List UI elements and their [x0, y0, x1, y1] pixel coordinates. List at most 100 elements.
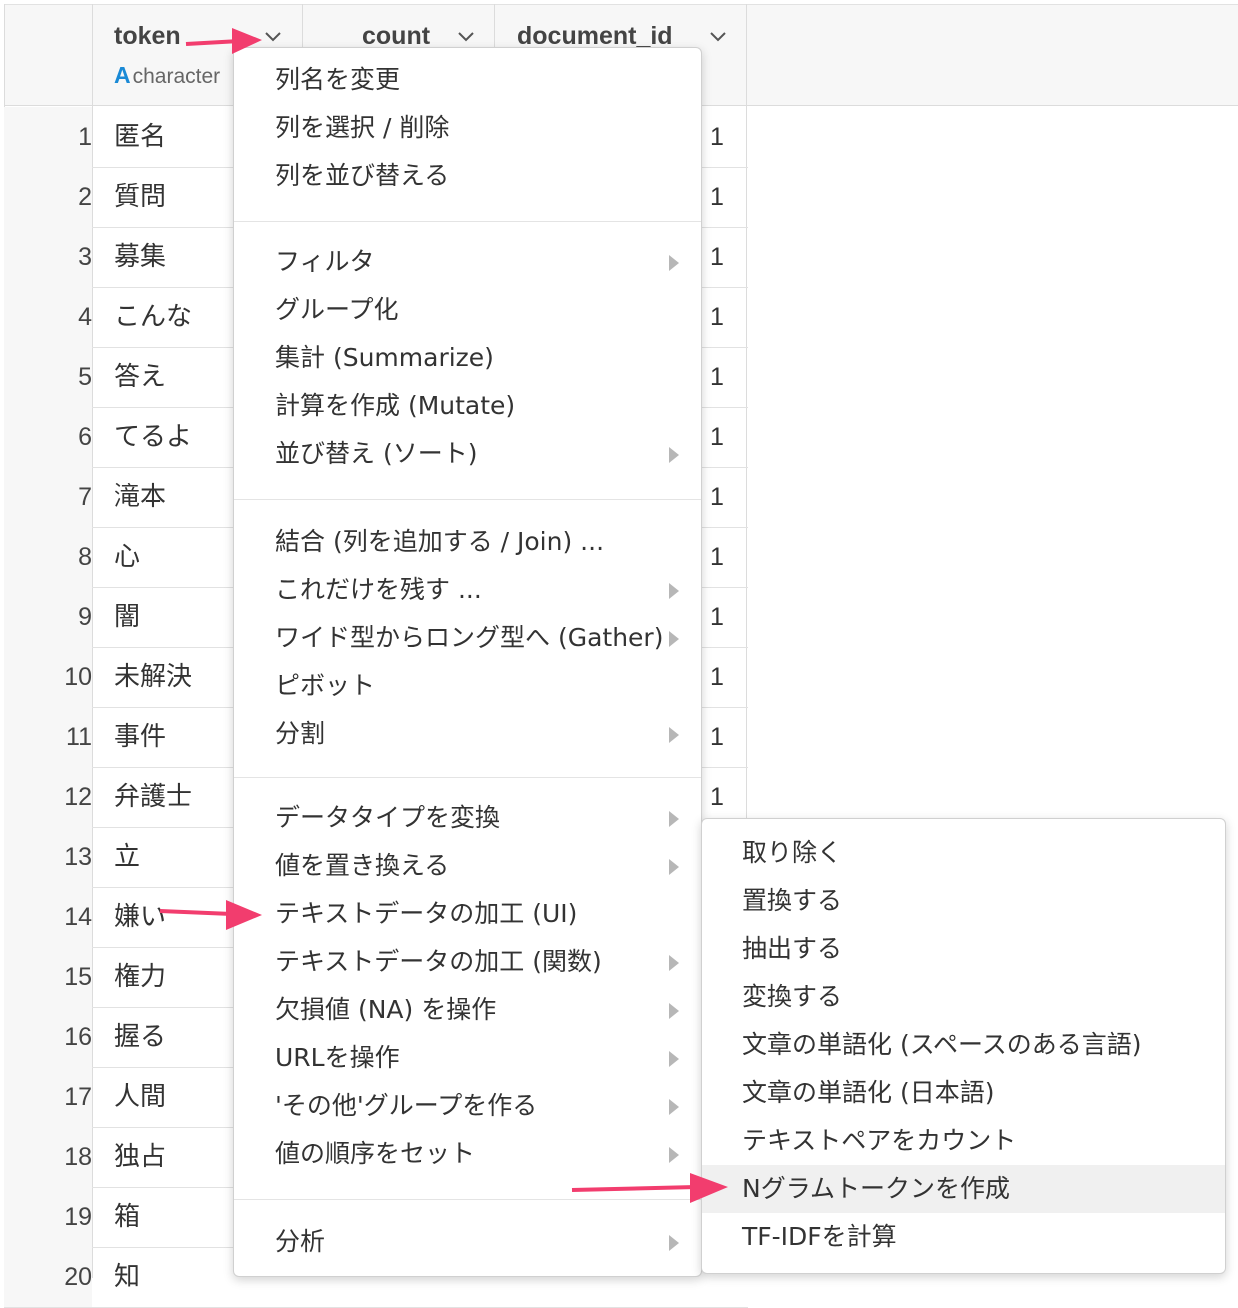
menu-item-label: 結合 (列を追加する / Join) ... — [275, 527, 605, 556]
menu-item-label: 列名を変更 — [275, 65, 401, 94]
menu-item-label: 値の順序をセット — [275, 1139, 476, 1168]
submenu-arrow-icon — [669, 447, 679, 463]
menu-item[interactable]: 集計 (Summarize) — [234, 334, 701, 382]
token-cell: 闇 — [114, 602, 141, 632]
row-number: 3 — [4, 227, 92, 287]
document-id-cell: 1 — [710, 483, 724, 511]
submenu-arrow-icon — [669, 631, 679, 647]
submenu-item[interactable]: 抽出する — [702, 925, 1225, 973]
token-cell: こんな — [114, 302, 193, 332]
token-cell: 匿名 — [114, 122, 167, 152]
menu-item[interactable]: 値を置き換える — [234, 842, 701, 890]
submenu-item[interactable]: Nグラムトークンを作成 — [702, 1165, 1225, 1213]
menu-item-label: ピボット — [275, 671, 376, 700]
menu-item[interactable]: ピボット — [234, 662, 701, 710]
menu-item[interactable]: テキストデータの加工 (UI) — [234, 890, 701, 938]
menu-item[interactable]: 列を並び替える — [234, 152, 701, 200]
submenu-item[interactable]: 置換する — [702, 877, 1225, 925]
token-cell: 握る — [114, 1022, 167, 1052]
submenu-arrow-icon — [669, 583, 679, 599]
document-id-cell: 1 — [710, 183, 724, 211]
row-number: 6 — [4, 407, 92, 467]
row-number: 10 — [4, 647, 92, 707]
menu-item[interactable]: 値の順序をセット — [234, 1130, 701, 1178]
row-number: 15 — [4, 947, 92, 1007]
row-number: 5 — [4, 347, 92, 407]
token-cell: 立 — [114, 842, 141, 872]
menu-item[interactable]: フィルタ — [234, 238, 701, 286]
submenu-item[interactable]: テキストペアをカウント — [702, 1117, 1225, 1165]
menu-item-label: データタイプを変換 — [275, 803, 501, 832]
submenu-arrow-icon — [669, 1003, 679, 1019]
menu-item[interactable]: テキストデータの加工 (関数) — [234, 938, 701, 986]
token-cell: 嫌い — [114, 902, 167, 932]
menu-item[interactable]: 'その他'グループを作る — [234, 1082, 701, 1130]
row-number: 18 — [4, 1127, 92, 1187]
menu-item[interactable]: これだけを残す ... — [234, 566, 701, 614]
submenu-arrow-icon — [669, 859, 679, 875]
menu-item[interactable]: ワイド型からロング型へ (Gather) — [234, 614, 701, 662]
chevron-down-icon[interactable] — [458, 30, 474, 44]
menu-separator — [234, 499, 701, 500]
token-cell: 答え — [114, 362, 167, 392]
token-cell: てるよ — [114, 422, 193, 452]
column-header-token[interactable]: token — [114, 22, 181, 51]
submenu-item-label: 変換する — [742, 982, 843, 1011]
submenu-item[interactable]: TF-IDFを計算 — [702, 1213, 1225, 1261]
submenu-item[interactable]: 文章の単語化 (スペースのある言語) — [702, 1021, 1225, 1069]
row-number: 19 — [4, 1187, 92, 1247]
token-cell: 質問 — [114, 182, 167, 212]
menu-item[interactable]: 並び替え (ソート) — [234, 430, 701, 478]
token-cell: 独占 — [114, 1142, 167, 1172]
document-id-cell: 1 — [710, 363, 724, 391]
submenu-item[interactable]: 変換する — [702, 973, 1225, 1021]
row-number: 7 — [4, 467, 92, 527]
row-number: 20 — [4, 1247, 92, 1307]
menu-item-label: 集計 (Summarize) — [275, 343, 494, 372]
column-type-label: Acharacter — [114, 62, 220, 89]
menu-item-label: 並び替え (ソート) — [275, 439, 478, 468]
submenu-arrow-icon — [669, 955, 679, 971]
row-number: 17 — [4, 1067, 92, 1127]
row-number: 8 — [4, 527, 92, 587]
row-number: 14 — [4, 887, 92, 947]
chevron-down-icon[interactable] — [265, 30, 281, 44]
submenu-item-label: Nグラムトークンを作成 — [742, 1174, 1010, 1203]
menu-item[interactable]: 列を選択 / 削除 — [234, 104, 701, 152]
document-id-cell: 1 — [710, 723, 724, 751]
menu-item[interactable]: URLを操作 — [234, 1034, 701, 1082]
character-type-icon: A — [114, 62, 131, 88]
menu-item[interactable]: 結合 (列を追加する / Join) ... — [234, 518, 701, 566]
submenu-arrow-icon — [669, 1051, 679, 1067]
chevron-down-icon[interactable] — [710, 30, 726, 44]
menu-item-label: 分割 — [275, 719, 326, 748]
menu-item[interactable]: 分析 — [234, 1218, 701, 1266]
document-id-cell: 1 — [710, 603, 724, 631]
submenu-item[interactable]: 文章の単語化 (日本語) — [702, 1069, 1225, 1117]
menu-separator — [234, 1199, 701, 1200]
menu-item-label: これだけを残す ... — [275, 575, 482, 604]
menu-item-label: URLを操作 — [275, 1043, 400, 1072]
submenu-item[interactable]: 取り除く — [702, 829, 1225, 877]
token-cell: 弁護士 — [114, 782, 193, 812]
token-cell: 権力 — [114, 962, 167, 992]
row-number: 4 — [4, 287, 92, 347]
menu-item[interactable]: データタイプを変換 — [234, 794, 701, 842]
submenu-item-label: 文章の単語化 (スペースのある言語) — [742, 1030, 1142, 1059]
menu-item-label: テキストデータの加工 (関数) — [275, 947, 602, 976]
menu-item[interactable]: グループ化 — [234, 286, 701, 334]
submenu-item-label: テキストペアをカウント — [742, 1126, 1017, 1155]
row-number: 12 — [4, 767, 92, 827]
submenu-arrow-icon — [669, 1235, 679, 1251]
token-cell: 人間 — [114, 1082, 167, 1112]
column-context-menu: 列名を変更列を選択 / 削除 列を並び替える フィルタ グループ化集計 (Summar… — [233, 47, 702, 1277]
submenu-arrow-icon — [669, 1147, 679, 1163]
text-processing-submenu: 取り除く置換する 抽出する変換する文章の単語化 (スペースのある言語) 文章の単語化… — [701, 818, 1226, 1274]
submenu-arrow-icon — [669, 727, 679, 743]
menu-item[interactable]: 列名を変更 — [234, 56, 701, 104]
submenu-item-label: 取り除く — [742, 838, 843, 867]
menu-item[interactable]: 計算を作成 (Mutate) — [234, 382, 701, 430]
menu-item-label: 値を置き換える — [275, 851, 450, 880]
menu-item[interactable]: 分割 — [234, 710, 701, 758]
menu-item[interactable]: 欠損値 (NA) を操作 — [234, 986, 701, 1034]
